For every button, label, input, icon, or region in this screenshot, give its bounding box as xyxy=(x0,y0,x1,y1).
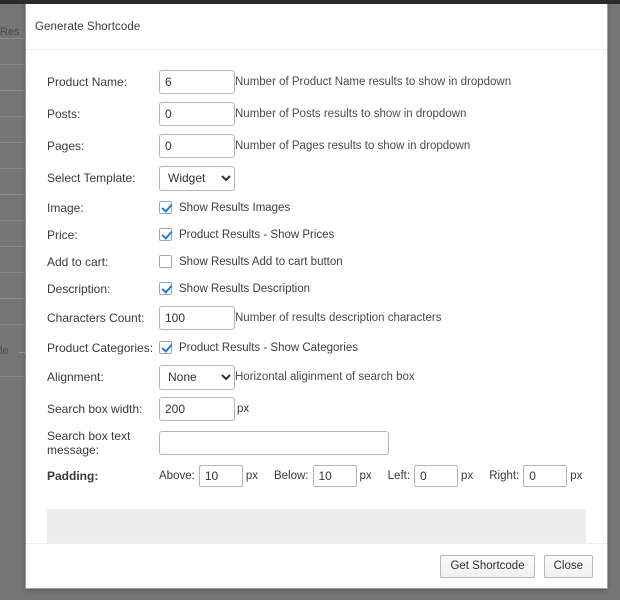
padding-right-input[interactable] xyxy=(523,465,568,487)
label-pages: Pages: xyxy=(47,139,85,153)
add-to-cart-checkbox[interactable] xyxy=(159,255,172,268)
label-search-box-width: Search box width: xyxy=(47,402,143,416)
background-row-divider xyxy=(0,168,25,169)
label-product-categories: Product Categories: xyxy=(47,340,154,355)
background-page-column: Res le xyxy=(0,4,25,600)
background-row-divider xyxy=(0,64,25,65)
search-box-text-message-input[interactable] xyxy=(159,431,389,455)
characters-count-input[interactable] xyxy=(159,306,235,330)
padding-below-unit: px xyxy=(359,470,372,482)
padding-group: Above: px Below: px Left: px Right: xyxy=(159,465,582,487)
row-alignment: Alignment: None Horizontal aliginment of… xyxy=(47,361,586,393)
padding-left-label: Left: xyxy=(387,470,411,482)
background-text-le: le xyxy=(0,345,9,357)
label-alignment: Alignment: xyxy=(47,370,104,384)
padding-above-label: Above: xyxy=(159,470,195,482)
background-row-divider xyxy=(0,220,25,221)
background-row-divider xyxy=(0,38,25,39)
row-product-name: Product Name: Number of Product Name res… xyxy=(47,66,586,98)
padding-above-unit: px xyxy=(245,470,258,482)
row-description: Description: Show Results Description xyxy=(47,275,586,302)
padding-below: Below: px xyxy=(274,465,372,487)
hint-product-name: Number of Product Name results to show i… xyxy=(235,76,512,88)
label-description: Description: xyxy=(47,281,111,296)
label-posts: Posts: xyxy=(47,107,81,121)
get-shortcode-button[interactable]: Get Shortcode xyxy=(440,554,535,578)
select-template-dropdown[interactable]: Widget xyxy=(159,165,235,191)
padding-above-input[interactable] xyxy=(198,465,243,487)
label-product-name: Product Name: xyxy=(47,75,128,89)
close-button[interactable]: Close xyxy=(543,554,593,578)
label-price: Price: xyxy=(47,227,78,242)
label-padding: Padding: xyxy=(47,469,99,483)
pages-input[interactable] xyxy=(159,134,235,158)
background-row-divider xyxy=(0,272,25,273)
row-pages: Pages: Number of Pages results to show i… xyxy=(47,130,586,162)
background-text-results: Res xyxy=(0,26,20,38)
label-search-box-text-message: Search box text message: xyxy=(47,429,131,457)
product-name-input[interactable] xyxy=(159,70,235,94)
modal-body: Product Name: Number of Product Name res… xyxy=(26,50,607,543)
row-padding: Padding: Above: px Below: px Left: px xyxy=(47,461,586,491)
row-product-categories: Product Categories: Product Results - Sh… xyxy=(47,334,586,361)
posts-input[interactable] xyxy=(159,102,235,126)
row-posts: Posts: Number of Posts results to show i… xyxy=(47,98,586,130)
background-row-divider xyxy=(0,142,25,143)
row-add-to-cart: Add to cart: Show Results Add to cart bu… xyxy=(47,248,586,275)
row-price: Price: Product Results - Show Prices xyxy=(47,221,586,248)
product-categories-checkbox-label: Product Results - Show Categories xyxy=(179,341,358,354)
hint-alignment: Horizontal aliginment of search box xyxy=(235,371,415,383)
background-row-divider xyxy=(0,246,25,247)
padding-left-input[interactable] xyxy=(414,465,459,487)
image-checkbox[interactable] xyxy=(159,201,172,214)
price-checkbox[interactable] xyxy=(159,228,172,241)
price-checkbox-label: Product Results - Show Prices xyxy=(179,228,335,241)
search-box-width-input[interactable] xyxy=(159,397,235,421)
label-characters-count: Characters Count: xyxy=(47,311,145,325)
padding-right: Right: px xyxy=(489,465,582,487)
row-select-template: Select Template: Widget xyxy=(47,162,586,194)
row-characters-count: Characters Count: Number of results desc… xyxy=(47,302,586,334)
add-to-cart-checkbox-label: Show Results Add to cart button xyxy=(179,255,343,268)
label-add-to-cart: Add to cart: xyxy=(47,254,109,269)
image-checkbox-label: Show Results Images xyxy=(179,201,291,214)
hint-pages: Number of Pages results to show in dropd… xyxy=(235,140,471,152)
padding-below-label: Below: xyxy=(273,470,309,482)
modal-footer: Get Shortcode Close xyxy=(26,543,607,588)
padding-right-unit: px xyxy=(570,470,583,482)
padding-right-label: Right: xyxy=(489,470,520,482)
background-row-divider xyxy=(0,376,25,377)
background-row-divider xyxy=(0,194,25,195)
background-row-divider xyxy=(0,90,25,91)
description-checkbox-label: Show Results Description xyxy=(179,282,311,295)
product-categories-checkbox[interactable] xyxy=(159,341,172,354)
alignment-dropdown[interactable]: None xyxy=(159,364,235,390)
modal-header: Generate Shortcode xyxy=(26,4,607,50)
label-select-template: Select Template: xyxy=(47,171,136,185)
background-row-divider xyxy=(0,298,25,299)
hint-posts: Number of Posts results to show in dropd… xyxy=(235,108,467,120)
description-checkbox[interactable] xyxy=(159,282,172,295)
modal-title: Generate Shortcode xyxy=(35,20,141,33)
search-box-width-unit: px xyxy=(237,403,250,415)
padding-below-input[interactable] xyxy=(312,465,357,487)
row-image: Image: Show Results Images xyxy=(47,194,586,221)
label-image: Image: xyxy=(47,200,84,215)
padding-left: Left: px xyxy=(387,465,474,487)
background-row-divider xyxy=(0,324,25,325)
row-search-box-width: Search box width: px xyxy=(47,393,586,425)
hint-characters-count: Number of results description characters xyxy=(235,312,442,324)
row-search-box-text-message: Search box text message: xyxy=(47,425,586,461)
padding-left-unit: px xyxy=(461,470,474,482)
padding-above: Above: px xyxy=(159,465,258,487)
generate-shortcode-modal: Generate Shortcode Product Name: Number … xyxy=(25,4,608,589)
background-row-divider xyxy=(0,116,25,117)
shortcode-output-box[interactable] xyxy=(47,509,586,543)
